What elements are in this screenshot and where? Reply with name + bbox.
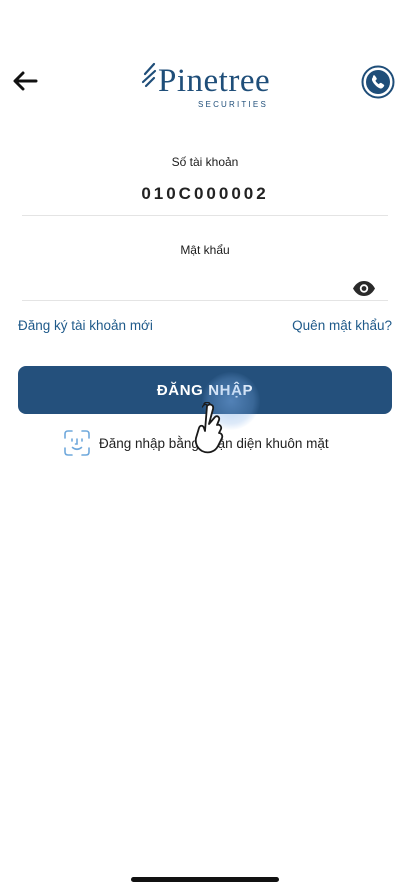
arrow-left-icon xyxy=(13,71,38,91)
pinetree-logo: Pinetree SECURITIES xyxy=(140,60,270,112)
eye-icon xyxy=(353,281,375,296)
back-button[interactable] xyxy=(10,68,40,94)
login-button[interactable]: ĐĂNG NHẬP xyxy=(18,366,392,414)
login-button-label: ĐĂNG NHẬP xyxy=(156,381,254,399)
face-id-icon xyxy=(64,430,90,456)
password-label: Mật khẩu xyxy=(180,243,230,257)
password-field[interactable] xyxy=(22,268,346,298)
account-number-label: Số tài khoản xyxy=(171,155,239,169)
account-number-field[interactable]: 010C000002 xyxy=(0,184,410,204)
logo-brand-text: Pinetree xyxy=(158,63,271,99)
login-screen: Pinetree SECURITIES Số tài khoản 010C000… xyxy=(0,0,410,884)
toggle-password-visibility-button[interactable] xyxy=(352,280,376,297)
face-id-login-label: Đăng nhập bằng nhận diện khuôn mặt xyxy=(99,435,329,451)
register-account-link[interactable]: Đăng ký tài khoản mới xyxy=(18,318,153,333)
face-id-login-button[interactable]: Đăng nhập bằng nhận diện khuôn mặt xyxy=(64,428,329,458)
logo-sub-text: SECURITIES xyxy=(198,100,269,109)
phone-icon xyxy=(361,65,395,99)
account-divider xyxy=(22,215,388,216)
forgot-password-link[interactable]: Quên mật khẩu? xyxy=(292,318,392,333)
home-indicator xyxy=(131,877,279,882)
password-divider xyxy=(22,300,388,301)
call-support-button[interactable] xyxy=(361,65,395,99)
